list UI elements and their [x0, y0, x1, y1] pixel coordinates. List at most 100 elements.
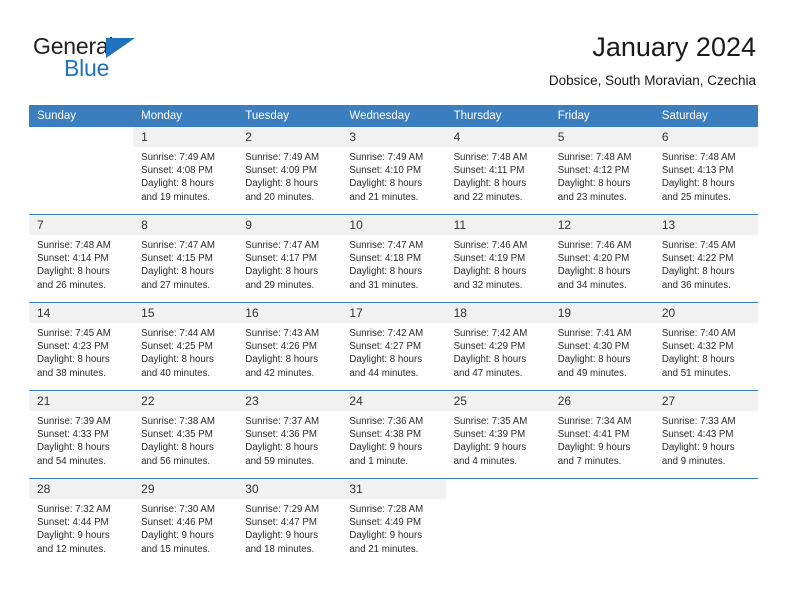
day-details: Sunrise: 7:48 AM Sunset: 4:14 PM Daylight:…: [29, 235, 133, 292]
daylight-text-line2: and 25 minutes.: [661, 191, 731, 203]
day-number[interactable]: 3: [341, 127, 446, 147]
day-number[interactable]: 17: [341, 303, 446, 323]
general-blue-logo[interactable]: General Blue: [33, 33, 233, 85]
day-number[interactable]: 9: [237, 215, 342, 235]
day-number[interactable]: [550, 479, 654, 499]
calendar-body: 1 Sunrise: 7:49 AM Sunset: 4:08 PM Daylight…: [29, 127, 758, 566]
day-details: Sunrise: 7:37 AM Sunset: 4:36 PM Daylight:…: [237, 411, 341, 468]
day-number[interactable]: 24: [341, 391, 446, 411]
day-number[interactable]: 10: [341, 215, 446, 235]
day-number[interactable]: 21: [29, 391, 134, 411]
page-title: January 2024: [592, 32, 756, 62]
day-details: Sunrise: 7:41 AM Sunset: 4:30 PM Daylight:…: [550, 323, 654, 380]
daylight-text-line1: Daylight: 8 hours: [557, 178, 631, 190]
day-details: Sunrise: 7:49 AM Sunset: 4:09 PM Daylight:…: [237, 147, 341, 204]
daylight-text-line1: Daylight: 8 hours: [349, 266, 423, 278]
sunset-text: Sunset: 4:41 PM: [557, 429, 630, 441]
day-number[interactable]: 1: [133, 127, 238, 147]
sunrise-text: Sunrise: 7:42 AM: [453, 328, 528, 339]
sunset-text: Sunset: 4:30 PM: [557, 341, 630, 353]
sunrise-text: Sunrise: 7:48 AM: [37, 240, 111, 251]
day-number[interactable]: 26: [549, 391, 654, 411]
sunrise-text: Sunrise: 7:48 AM: [557, 152, 632, 163]
day-number[interactable]: 22: [133, 391, 238, 411]
sunset-text: Sunset: 4:19 PM: [453, 253, 526, 265]
day-number[interactable]: 23: [237, 391, 342, 411]
day-details: Sunrise: 7:47 AM Sunset: 4:17 PM Daylight:…: [237, 235, 341, 292]
daylight-text-line2: and 18 minutes.: [245, 543, 315, 555]
day-details: Sunrise: 7:33 AM Sunset: 4:43 PM Daylight:…: [654, 411, 758, 468]
daylight-text-line2: and 9 minutes.: [661, 455, 726, 467]
day-number[interactable]: 6: [653, 127, 758, 147]
day-cell: [549, 478, 654, 566]
day-number[interactable]: 16: [237, 303, 342, 323]
day-details: Sunrise: 7:48 AM Sunset: 4:12 PM Daylight:…: [550, 147, 654, 204]
sunrise-text: Sunrise: 7:49 AM: [141, 152, 215, 163]
weekday-header-friday: Friday: [549, 105, 654, 127]
sunset-text: Sunset: 4:22 PM: [661, 253, 734, 265]
day-number[interactable]: 15: [133, 303, 238, 323]
sunset-text: Sunset: 4:18 PM: [349, 253, 422, 265]
daylight-text-line1: Daylight: 8 hours: [245, 178, 318, 190]
day-cell: 13 Sunrise: 7:45 AM Sunset: 4:22 PM Dayligh…: [653, 214, 758, 303]
sunrise-text: Sunrise: 7:28 AM: [349, 504, 424, 515]
day-number[interactable]: 30: [237, 479, 342, 499]
day-number[interactable]: 18: [445, 303, 550, 323]
daylight-text-line1: Daylight: 9 hours: [141, 530, 214, 542]
daylight-text-line1: Daylight: 8 hours: [37, 266, 110, 278]
day-number[interactable]: 8: [133, 215, 238, 235]
day-number[interactable]: 13: [653, 215, 758, 235]
daylight-text-line1: Daylight: 9 hours: [37, 530, 110, 542]
day-number[interactable]: 14: [29, 303, 134, 323]
day-details: Sunrise: 7:34 AM Sunset: 4:41 PM Daylight:…: [550, 411, 654, 468]
sunset-text: Sunset: 4:38 PM: [349, 429, 422, 441]
day-number[interactable]: 28: [29, 479, 134, 499]
day-number[interactable]: 11: [445, 215, 550, 235]
day-number[interactable]: 7: [29, 215, 134, 235]
daylight-text-line1: Daylight: 8 hours: [557, 354, 631, 366]
day-number[interactable]: 20: [653, 303, 758, 323]
day-cell: 3 Sunrise: 7:49 AM Sunset: 4:10 PM Daylight…: [341, 127, 446, 215]
weekday-header-sunday: Sunday: [29, 105, 134, 127]
day-cell: 8 Sunrise: 7:47 AM Sunset: 4:15 PM Daylight…: [133, 214, 238, 303]
calendar-week-row: 28 Sunrise: 7:32 AM Sunset: 4:44 PM Dayligh…: [29, 478, 758, 566]
sunset-text: Sunset: 4:15 PM: [141, 253, 213, 265]
day-details: Sunrise: 7:49 AM Sunset: 4:10 PM Daylight:…: [341, 147, 445, 204]
day-number[interactable]: [29, 127, 133, 147]
daylight-text-line2: and 31 minutes.: [349, 279, 419, 291]
day-number[interactable]: 19: [549, 303, 654, 323]
day-number[interactable]: 2: [237, 127, 342, 147]
day-cell: 9 Sunrise: 7:47 AM Sunset: 4:17 PM Daylight…: [237, 214, 342, 303]
sunset-text: Sunset: 4:36 PM: [245, 429, 317, 441]
day-cell: 6 Sunrise: 7:48 AM Sunset: 4:13 PM Daylight…: [653, 127, 758, 215]
day-number[interactable]: [654, 479, 758, 499]
day-number[interactable]: [446, 479, 550, 499]
day-details: [550, 499, 654, 503]
day-number[interactable]: 5: [549, 127, 654, 147]
sunset-text: Sunset: 4:25 PM: [141, 341, 213, 353]
sunrise-text: Sunrise: 7:48 AM: [453, 152, 528, 163]
sunrise-text: Sunrise: 7:47 AM: [349, 240, 424, 251]
day-number[interactable]: 25: [445, 391, 550, 411]
weekday-header-wednesday: Wednesday: [341, 105, 446, 127]
daylight-text-line2: and 20 minutes.: [245, 191, 315, 203]
day-details: Sunrise: 7:29 AM Sunset: 4:47 PM Daylight:…: [237, 499, 341, 556]
day-cell: 30 Sunrise: 7:29 AM Sunset: 4:47 PM Dayligh…: [237, 478, 342, 566]
sunrise-text: Sunrise: 7:39 AM: [37, 416, 111, 427]
weekday-header-monday: Monday: [133, 105, 238, 127]
day-details: Sunrise: 7:48 AM Sunset: 4:11 PM Daylight:…: [446, 147, 550, 204]
sunset-text: Sunset: 4:46 PM: [141, 517, 213, 529]
day-number[interactable]: 4: [445, 127, 550, 147]
daylight-text-line2: and 38 minutes.: [37, 367, 106, 379]
day-cell: [29, 127, 133, 215]
day-number[interactable]: 29: [133, 479, 238, 499]
daylight-text-line1: Daylight: 8 hours: [245, 266, 318, 278]
calendar-page: General Blue January 2024 Dobsice, South…: [0, 0, 792, 612]
day-number[interactable]: 12: [549, 215, 654, 235]
daylight-text-line2: and 12 minutes.: [37, 543, 106, 555]
day-number[interactable]: 31: [341, 479, 446, 499]
sunset-text: Sunset: 4:09 PM: [245, 165, 317, 177]
day-number[interactable]: 27: [653, 391, 758, 411]
sunrise-text: Sunrise: 7:34 AM: [557, 416, 632, 427]
daylight-text-line1: Daylight: 9 hours: [349, 530, 423, 542]
